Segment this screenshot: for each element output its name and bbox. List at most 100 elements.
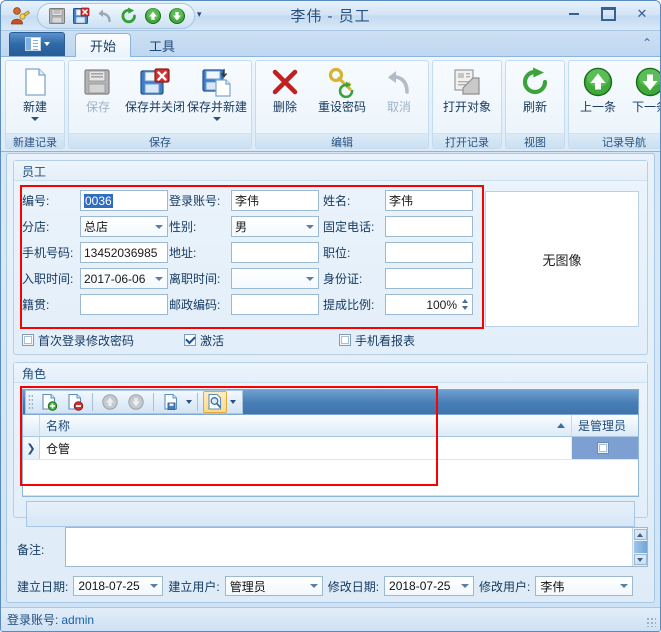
- ribbon-button-new-label: 新建: [23, 100, 47, 114]
- field-input-login-account[interactable]: 李伟: [231, 190, 319, 211]
- ribbon-button-next-record[interactable]: 下一条: [624, 63, 661, 114]
- toolbar-grip-handle[interactable]: [28, 394, 33, 410]
- field-combo-hire-date[interactable]: 2017-06-06: [80, 268, 168, 289]
- checkbox-icon[interactable]: [184, 334, 196, 346]
- column-header-is-admin-label: 是管理员: [578, 417, 626, 434]
- collapse-ribbon-icon[interactable]: ⌃: [642, 36, 652, 50]
- resize-grip-icon[interactable]: [646, 617, 656, 627]
- checkbox-active[interactable]: 激活: [184, 330, 339, 350]
- spinner-buttons[interactable]: [460, 297, 470, 312]
- ribbon-button-refresh[interactable]: 刷新: [509, 63, 561, 114]
- create-user-field[interactable]: 管理员: [225, 576, 323, 596]
- ribbon-button-reset-password[interactable]: 重设密码: [311, 63, 373, 114]
- ribbon-button-save[interactable]: 保存: [72, 63, 124, 114]
- employee-photo-placeholder[interactable]: 无图像: [485, 191, 639, 327]
- field-input-id-card[interactable]: [385, 268, 473, 289]
- remove-row-button[interactable]: [63, 391, 87, 413]
- checkbox-mobile-report[interactable]: 手机看报表: [339, 330, 415, 350]
- chevron-down-icon[interactable]: [213, 117, 221, 121]
- scroll-down-icon[interactable]: [634, 554, 647, 565]
- field-input-address[interactable]: [231, 242, 319, 263]
- status-login-label: 登录账号:: [7, 611, 58, 628]
- field-row-mobile: 手机号码: 13452036985: [22, 241, 169, 264]
- export-save-button[interactable]: [159, 391, 183, 413]
- floppy-disk-icon: [82, 66, 114, 98]
- toolbar-separator: [197, 393, 198, 411]
- column-header-name[interactable]: 名称: [40, 415, 572, 436]
- chevron-down-icon[interactable]: [230, 400, 236, 404]
- checkbox-first-login-change-password[interactable]: 首次登录修改密码: [22, 330, 184, 350]
- field-row-name: 姓名: 李伟: [323, 189, 477, 212]
- checkbox-icon[interactable]: [339, 334, 351, 346]
- maximize-button[interactable]: [596, 4, 620, 24]
- create-date-field[interactable]: 2018-07-25: [73, 576, 163, 596]
- field-spinner-commission[interactable]: 100%: [385, 294, 473, 315]
- checkbox-icon[interactable]: [22, 334, 34, 346]
- ribbon-group-view: 刷新 视图: [505, 60, 565, 149]
- spinner-up-icon[interactable]: [462, 299, 468, 303]
- checkbox-icon[interactable]: [597, 442, 609, 454]
- ribbon-group-record-navigation-title: 记录导航: [569, 133, 661, 148]
- form-content: 员工 编号: 0036 分店: 总店: [6, 153, 655, 603]
- move-up-button[interactable]: [98, 391, 122, 413]
- field-value-login-account: 李伟: [235, 192, 259, 209]
- refresh-icon: [519, 66, 551, 98]
- row-indicator-header: [23, 415, 40, 436]
- field-combo-branch[interactable]: 总店: [80, 216, 168, 237]
- ribbon-button-delete[interactable]: 删除: [259, 63, 311, 114]
- field-row-postcode: 邮政编码:: [169, 293, 323, 316]
- cell-is-admin[interactable]: [572, 437, 638, 459]
- field-input-name[interactable]: 李伟: [385, 190, 473, 211]
- modify-date-field[interactable]: 2018-07-25: [384, 576, 474, 596]
- ribbon-button-open-object[interactable]: 打开对象: [436, 63, 498, 114]
- field-value-branch: 总店: [84, 218, 108, 235]
- field-row-login-account: 登录账号: 李伟: [169, 189, 323, 212]
- field-label-code: 编号:: [22, 192, 80, 209]
- role-panel: 角色: [13, 362, 648, 518]
- ribbon-button-save-and-new[interactable]: 保存并新建: [186, 63, 248, 121]
- move-down-icon: [127, 393, 145, 411]
- field-input-hometown[interactable]: [80, 294, 168, 315]
- field-input-landline[interactable]: [385, 216, 473, 237]
- add-row-button[interactable]: [37, 391, 61, 413]
- search-button[interactable]: [203, 391, 227, 413]
- field-input-mobile[interactable]: 13452036985: [80, 242, 168, 263]
- ribbon-button-previous-record[interactable]: 上一条: [572, 63, 624, 114]
- field-value-mobile: 13452036985: [84, 246, 157, 260]
- ribbon-group-open-record-title: 打开记录: [433, 133, 501, 148]
- field-input-position[interactable]: [385, 242, 473, 263]
- field-label-position: 职位:: [323, 244, 385, 261]
- field-label-postcode: 邮政编码:: [169, 296, 231, 313]
- modify-user-field[interactable]: 李伟: [535, 576, 633, 596]
- field-combo-gender[interactable]: 男: [231, 216, 319, 237]
- create-date-value: 2018-07-25: [78, 579, 139, 593]
- chevron-down-icon[interactable]: [186, 400, 192, 404]
- checkbox-label: 首次登录修改密码: [38, 332, 134, 349]
- cell-name[interactable]: 仓管: [40, 437, 572, 459]
- table-row[interactable]: ❯ 仓管: [23, 437, 638, 460]
- chevron-down-icon[interactable]: [31, 117, 39, 121]
- field-label-id-card: 身份证:: [323, 270, 385, 287]
- field-label-gender: 性别:: [169, 218, 231, 235]
- minimize-button[interactable]: [562, 4, 586, 24]
- column-header-name-label: 名称: [46, 417, 70, 434]
- field-input-code[interactable]: 0036: [80, 190, 168, 211]
- tab-tools[interactable]: 工具: [135, 33, 189, 57]
- field-combo-leave-date[interactable]: [231, 268, 319, 289]
- field-row-branch: 分店: 总店: [22, 215, 169, 238]
- spinner-down-icon[interactable]: [462, 306, 468, 310]
- field-value-name: 李伟: [389, 192, 413, 209]
- field-input-postcode[interactable]: [231, 294, 319, 315]
- ribbon-button-new[interactable]: 新建: [9, 63, 61, 121]
- scrollbar-thumb[interactable]: [634, 541, 647, 553]
- application-menu-button[interactable]: [9, 32, 65, 56]
- column-header-is-admin[interactable]: 是管理员: [572, 415, 638, 436]
- close-button[interactable]: ✕: [630, 4, 654, 24]
- ribbon-button-open-object-label: 打开对象: [443, 100, 491, 114]
- move-down-button[interactable]: [124, 391, 148, 413]
- ribbon-button-cancel[interactable]: 取消: [373, 63, 425, 114]
- ribbon-button-save-and-close[interactable]: 保存并关闭: [124, 63, 186, 114]
- ribbon: 新建 新建记录 保存: [1, 57, 660, 152]
- tab-start[interactable]: 开始: [75, 33, 131, 57]
- field-row-position: 职位:: [323, 241, 477, 264]
